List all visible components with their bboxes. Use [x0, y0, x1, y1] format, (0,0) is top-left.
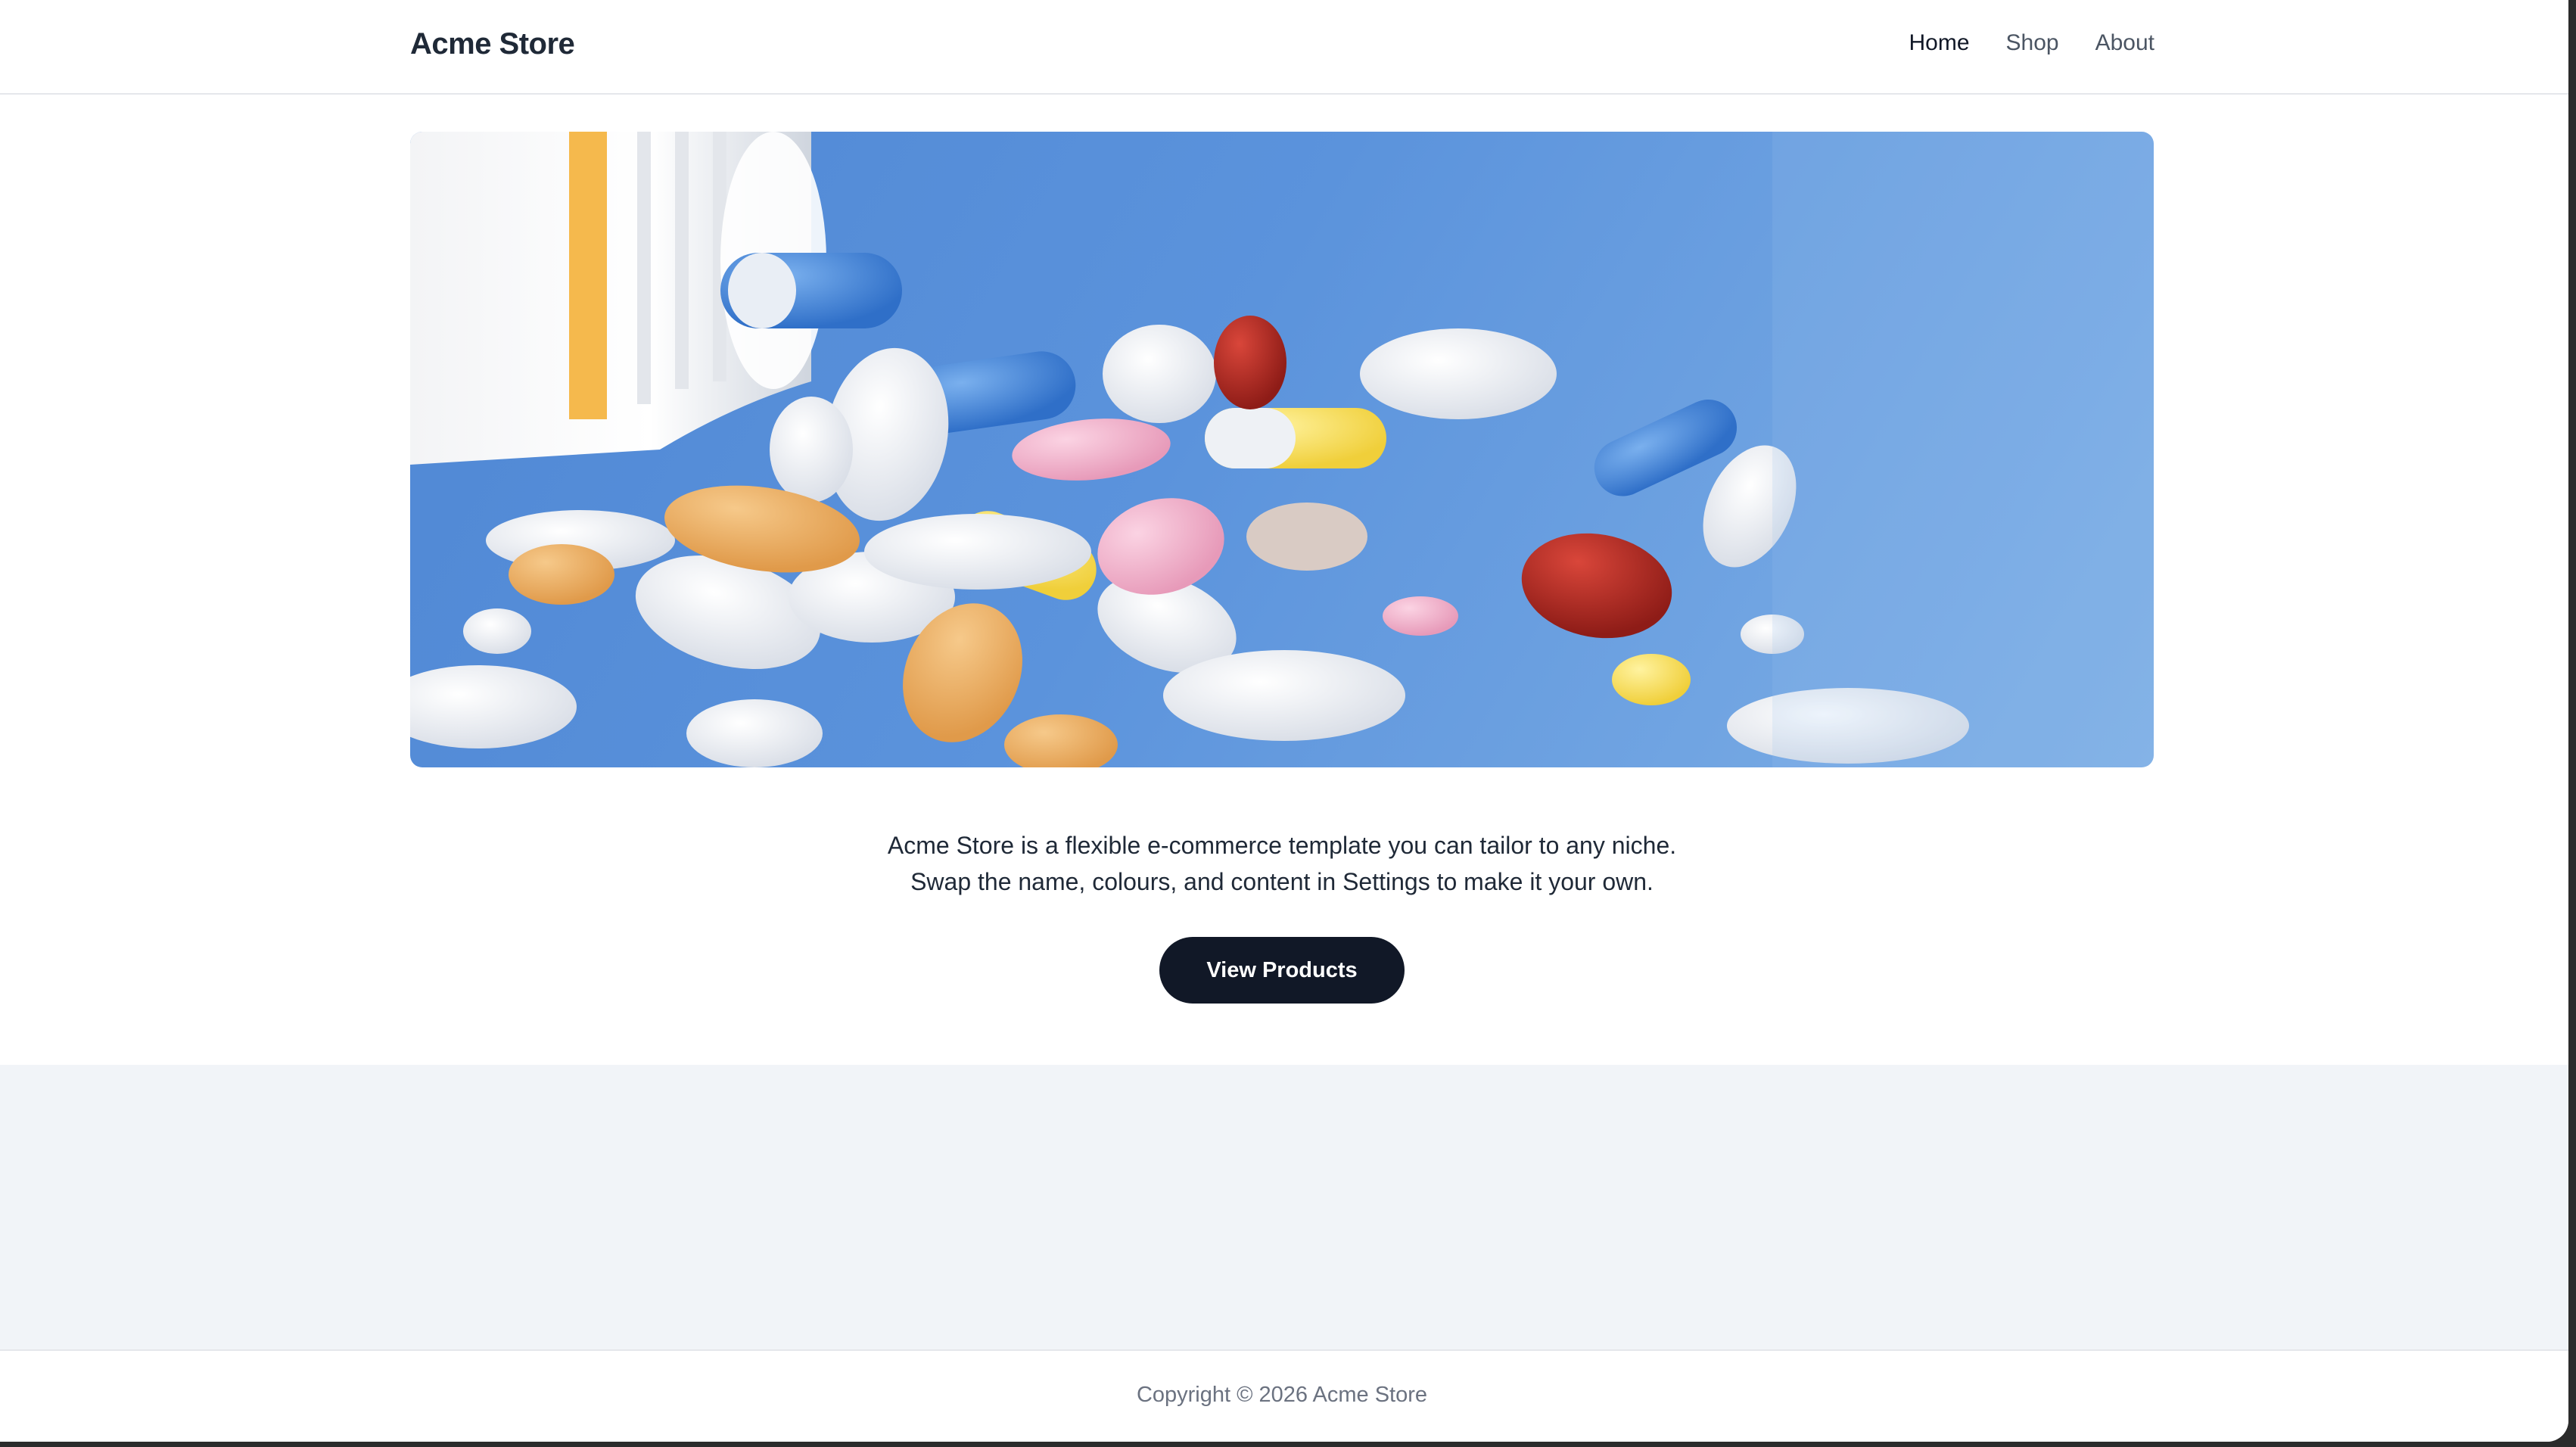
intro-line-1: Acme Store is a flexible e-commerce temp… — [887, 832, 1677, 859]
intro-line-2: Swap the name, colours, and content in S… — [910, 868, 1654, 895]
browser-viewport: Acme Store Home Shop About Acme Store is… — [0, 0, 2568, 1442]
nav-link-about[interactable]: About — [2095, 30, 2154, 56]
site-header: Acme Store Home Shop About — [0, 0, 2568, 95]
nav-link-home[interactable]: Home — [1909, 30, 1969, 56]
pills-illustration — [410, 132, 2154, 767]
content-band — [0, 1065, 2568, 1349]
site-footer: Copyright © 2026 Acme Store — [0, 1349, 2568, 1442]
hero-image — [410, 132, 2154, 767]
brand-logo[interactable]: Acme Store — [410, 27, 575, 61]
nav-link-shop[interactable]: Shop — [2006, 30, 2059, 56]
intro-text: Acme Store is a flexible e-commerce temp… — [0, 827, 2564, 900]
copyright-text: Copyright © 2026 Acme Store — [1136, 1383, 1428, 1407]
view-products-button[interactable]: View Products — [1159, 937, 1405, 1004]
main-nav: Home Shop About — [1909, 30, 2154, 56]
